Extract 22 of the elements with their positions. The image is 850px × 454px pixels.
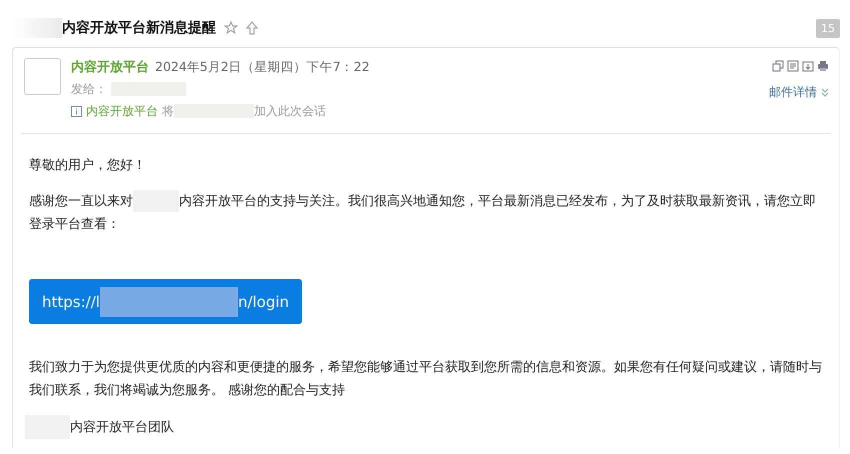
star-icon[interactable] bbox=[224, 21, 238, 35]
notice-sender[interactable]: 内容开放平台 bbox=[86, 102, 158, 120]
login-link-button[interactable]: https://l n/login bbox=[29, 279, 302, 324]
up-arrow-icon[interactable] bbox=[246, 21, 258, 35]
mail-details-link[interactable]: 邮件详情 bbox=[769, 84, 829, 101]
note-icon[interactable] bbox=[787, 60, 799, 72]
print-icon[interactable] bbox=[817, 60, 829, 72]
info-icon bbox=[71, 106, 82, 116]
sent-time: 2024年5月2日（星期四）下午7：22 bbox=[155, 59, 370, 76]
double-caret-icon bbox=[821, 88, 829, 97]
sender-name[interactable]: 内容开放平台 bbox=[71, 58, 149, 76]
recipient-line: 发给： bbox=[71, 80, 759, 98]
avatar-placeholder bbox=[24, 58, 61, 95]
download-icon[interactable] bbox=[802, 60, 814, 72]
body-paragraph: 感谢您一直以来对 内容开放平台的支持与关注。我们很高兴地通知您，平台最新消息已经发布，为了及时获取最新资讯，请您立即登录平台查看： bbox=[29, 190, 827, 236]
greeting-text: 尊敬的用户，您好！ bbox=[29, 157, 147, 175]
count-badge: 15 bbox=[816, 18, 840, 38]
signature-text: 内容开放平台团队 bbox=[25, 415, 827, 439]
subject-title: 内容开放平台新消息提醒 bbox=[12, 18, 216, 38]
body-paragraph: 我们致力于为您提供更优质的内容和更便捷的服务，希望您能够通过平台获取到您所需的信息和资源。如果您有任何疑问或建议，请随时与我们联系，我们将竭诚为您服务。 感谢您的配合与支持 bbox=[29, 359, 823, 400]
notice-text: 将 加入此次会话 bbox=[162, 102, 326, 120]
window-icon[interactable] bbox=[772, 60, 784, 72]
